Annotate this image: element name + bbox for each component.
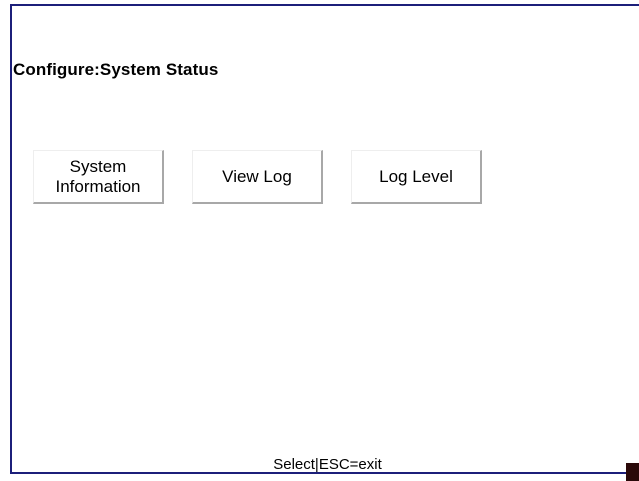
log-level-button-label: Log Level [379,166,453,186]
system-status-screen: Configure:System Status System Informati… [10,4,639,474]
view-log-button[interactable]: View Log [192,150,323,204]
system-information-button[interactable]: System Information [33,150,164,204]
log-level-button[interactable]: Log Level [351,150,482,204]
corner-mark [626,463,639,481]
system-information-button-label: System Information [55,156,141,196]
view-log-button-label: View Log [222,166,292,186]
status-bar-hint: Select|ESC=exit [273,456,382,473]
page-title: Configure:System Status [13,60,219,79]
